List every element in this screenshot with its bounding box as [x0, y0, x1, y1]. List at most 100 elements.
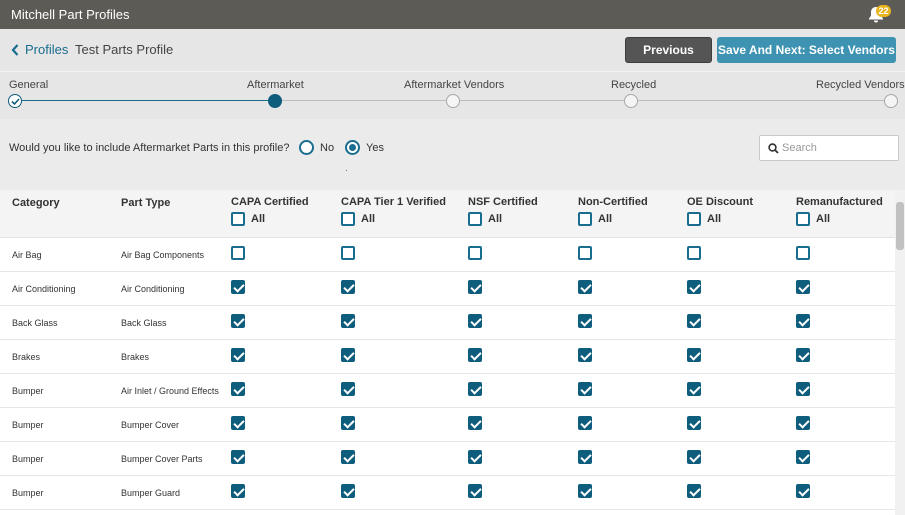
part-type-checkbox[interactable] [796, 280, 810, 294]
cell-category: Air Conditioning [12, 284, 76, 294]
step-recycled-vendors-dot[interactable] [884, 94, 898, 108]
select-all-checkbox[interactable] [341, 212, 355, 226]
cell-part-type: Brakes [121, 352, 150, 362]
search-icon [768, 143, 779, 154]
select-all-non-certified[interactable]: All [578, 212, 612, 226]
column-header-oe-discount: OE Discount [687, 196, 754, 208]
part-type-checkbox[interactable] [687, 450, 701, 464]
part-type-checkbox[interactable] [468, 280, 482, 294]
notifications-button[interactable]: 22 [866, 4, 892, 26]
step-general-label[interactable]: General [9, 79, 48, 91]
select-all-checkbox[interactable] [468, 212, 482, 226]
column-header-category[interactable]: Category [12, 197, 60, 209]
table-row: Bumper Bumper Cover [0, 408, 895, 442]
part-type-checkbox[interactable] [231, 246, 245, 260]
part-type-checkbox[interactable] [796, 416, 810, 430]
radio-yes-circle[interactable] [345, 140, 360, 155]
part-type-checkbox[interactable] [231, 484, 245, 498]
table-row: Bumper Bumper Guard [0, 476, 895, 510]
part-type-checkbox[interactable] [687, 382, 701, 396]
select-all-label: All [361, 213, 376, 225]
part-type-checkbox[interactable] [468, 416, 482, 430]
part-type-checkbox[interactable] [578, 348, 592, 362]
part-type-checkbox[interactable] [578, 246, 592, 260]
scrollbar-thumb[interactable] [896, 202, 904, 250]
part-type-checkbox[interactable] [578, 484, 592, 498]
part-type-checkbox[interactable] [341, 348, 355, 362]
part-type-checkbox[interactable] [796, 246, 810, 260]
part-type-checkbox[interactable] [341, 450, 355, 464]
part-type-checkbox[interactable] [687, 416, 701, 430]
part-type-checkbox[interactable] [687, 484, 701, 498]
part-type-checkbox[interactable] [578, 416, 592, 430]
part-type-checkbox[interactable] [578, 314, 592, 328]
select-all-capa-certified[interactable]: All [231, 212, 265, 226]
part-type-checkbox[interactable] [468, 382, 482, 396]
select-all-label: All [488, 213, 503, 225]
select-all-checkbox[interactable] [796, 212, 810, 226]
part-type-checkbox[interactable] [341, 416, 355, 430]
step-aftermarket-dot[interactable] [268, 94, 282, 108]
part-type-checkbox[interactable] [341, 484, 355, 498]
table-row: Back Glass Back Glass [0, 306, 895, 340]
column-header-part-type[interactable]: Part Type [121, 197, 170, 209]
search-input[interactable] [782, 140, 892, 156]
table-row: Bumper Bumper Cover Parts [0, 442, 895, 476]
part-type-checkbox[interactable] [341, 382, 355, 396]
step-aftermarket-label[interactable]: Aftermarket [247, 79, 304, 91]
part-type-checkbox[interactable] [231, 416, 245, 430]
select-all-label: All [816, 213, 831, 225]
step-recycled-label[interactable]: Recycled [611, 79, 656, 91]
part-type-checkbox[interactable] [687, 246, 701, 260]
vertical-scrollbar[interactable] [895, 190, 905, 515]
part-type-checkbox[interactable] [796, 314, 810, 328]
part-type-checkbox[interactable] [468, 484, 482, 498]
step-recycled-vendors-label[interactable]: Recycled Vendors [816, 79, 905, 91]
radio-yes[interactable]: Yes [345, 140, 384, 155]
part-type-checkbox[interactable] [231, 280, 245, 294]
select-all-oe-discount[interactable]: All [687, 212, 721, 226]
part-type-checkbox[interactable] [341, 246, 355, 260]
part-type-checkbox[interactable] [687, 348, 701, 362]
part-type-checkbox[interactable] [796, 382, 810, 396]
part-type-checkbox[interactable] [796, 484, 810, 498]
radio-no-circle[interactable] [299, 140, 314, 155]
part-type-checkbox[interactable] [687, 280, 701, 294]
select-all-capa-tier1[interactable]: All [341, 212, 375, 226]
search-box[interactable] [759, 135, 899, 161]
part-type-checkbox[interactable] [231, 450, 245, 464]
step-aftermarket-vendors-dot[interactable] [446, 94, 460, 108]
part-type-checkbox[interactable] [796, 348, 810, 362]
radio-no[interactable]: No [299, 140, 334, 155]
step-aftermarket-vendors-label[interactable]: Aftermarket Vendors [404, 79, 504, 91]
part-type-checkbox[interactable] [468, 246, 482, 260]
part-type-checkbox[interactable] [796, 450, 810, 464]
chevron-left-icon [11, 43, 19, 56]
select-all-remanufactured[interactable]: All [796, 212, 830, 226]
part-type-checkbox[interactable] [341, 314, 355, 328]
part-type-checkbox[interactable] [578, 280, 592, 294]
part-type-checkbox[interactable] [578, 450, 592, 464]
profile-header: Profiles Test Parts Profile Previous Sav… [0, 29, 905, 71]
step-general-dot[interactable] [8, 94, 22, 108]
save-and-next-button[interactable]: Save And Next: Select Vendors [717, 37, 896, 63]
previous-button[interactable]: Previous [625, 37, 712, 63]
radio-yes-label: Yes [366, 141, 384, 154]
part-type-checkbox[interactable] [231, 382, 245, 396]
part-type-checkbox[interactable] [578, 382, 592, 396]
part-type-checkbox[interactable] [341, 280, 355, 294]
select-all-checkbox[interactable] [687, 212, 701, 226]
select-all-checkbox[interactable] [578, 212, 592, 226]
part-type-checkbox[interactable] [231, 314, 245, 328]
cell-category: Back Glass [12, 318, 58, 328]
part-type-checkbox[interactable] [468, 314, 482, 328]
select-all-nsf-certified[interactable]: All [468, 212, 502, 226]
back-to-profiles-link[interactable]: Profiles [11, 42, 68, 57]
select-all-checkbox[interactable] [231, 212, 245, 226]
part-type-checkbox[interactable] [468, 450, 482, 464]
step-recycled-dot[interactable] [624, 94, 638, 108]
part-type-checkbox[interactable] [687, 314, 701, 328]
part-type-checkbox[interactable] [468, 348, 482, 362]
part-type-checkbox[interactable] [231, 348, 245, 362]
cell-part-type: Bumper Guard [121, 488, 181, 498]
